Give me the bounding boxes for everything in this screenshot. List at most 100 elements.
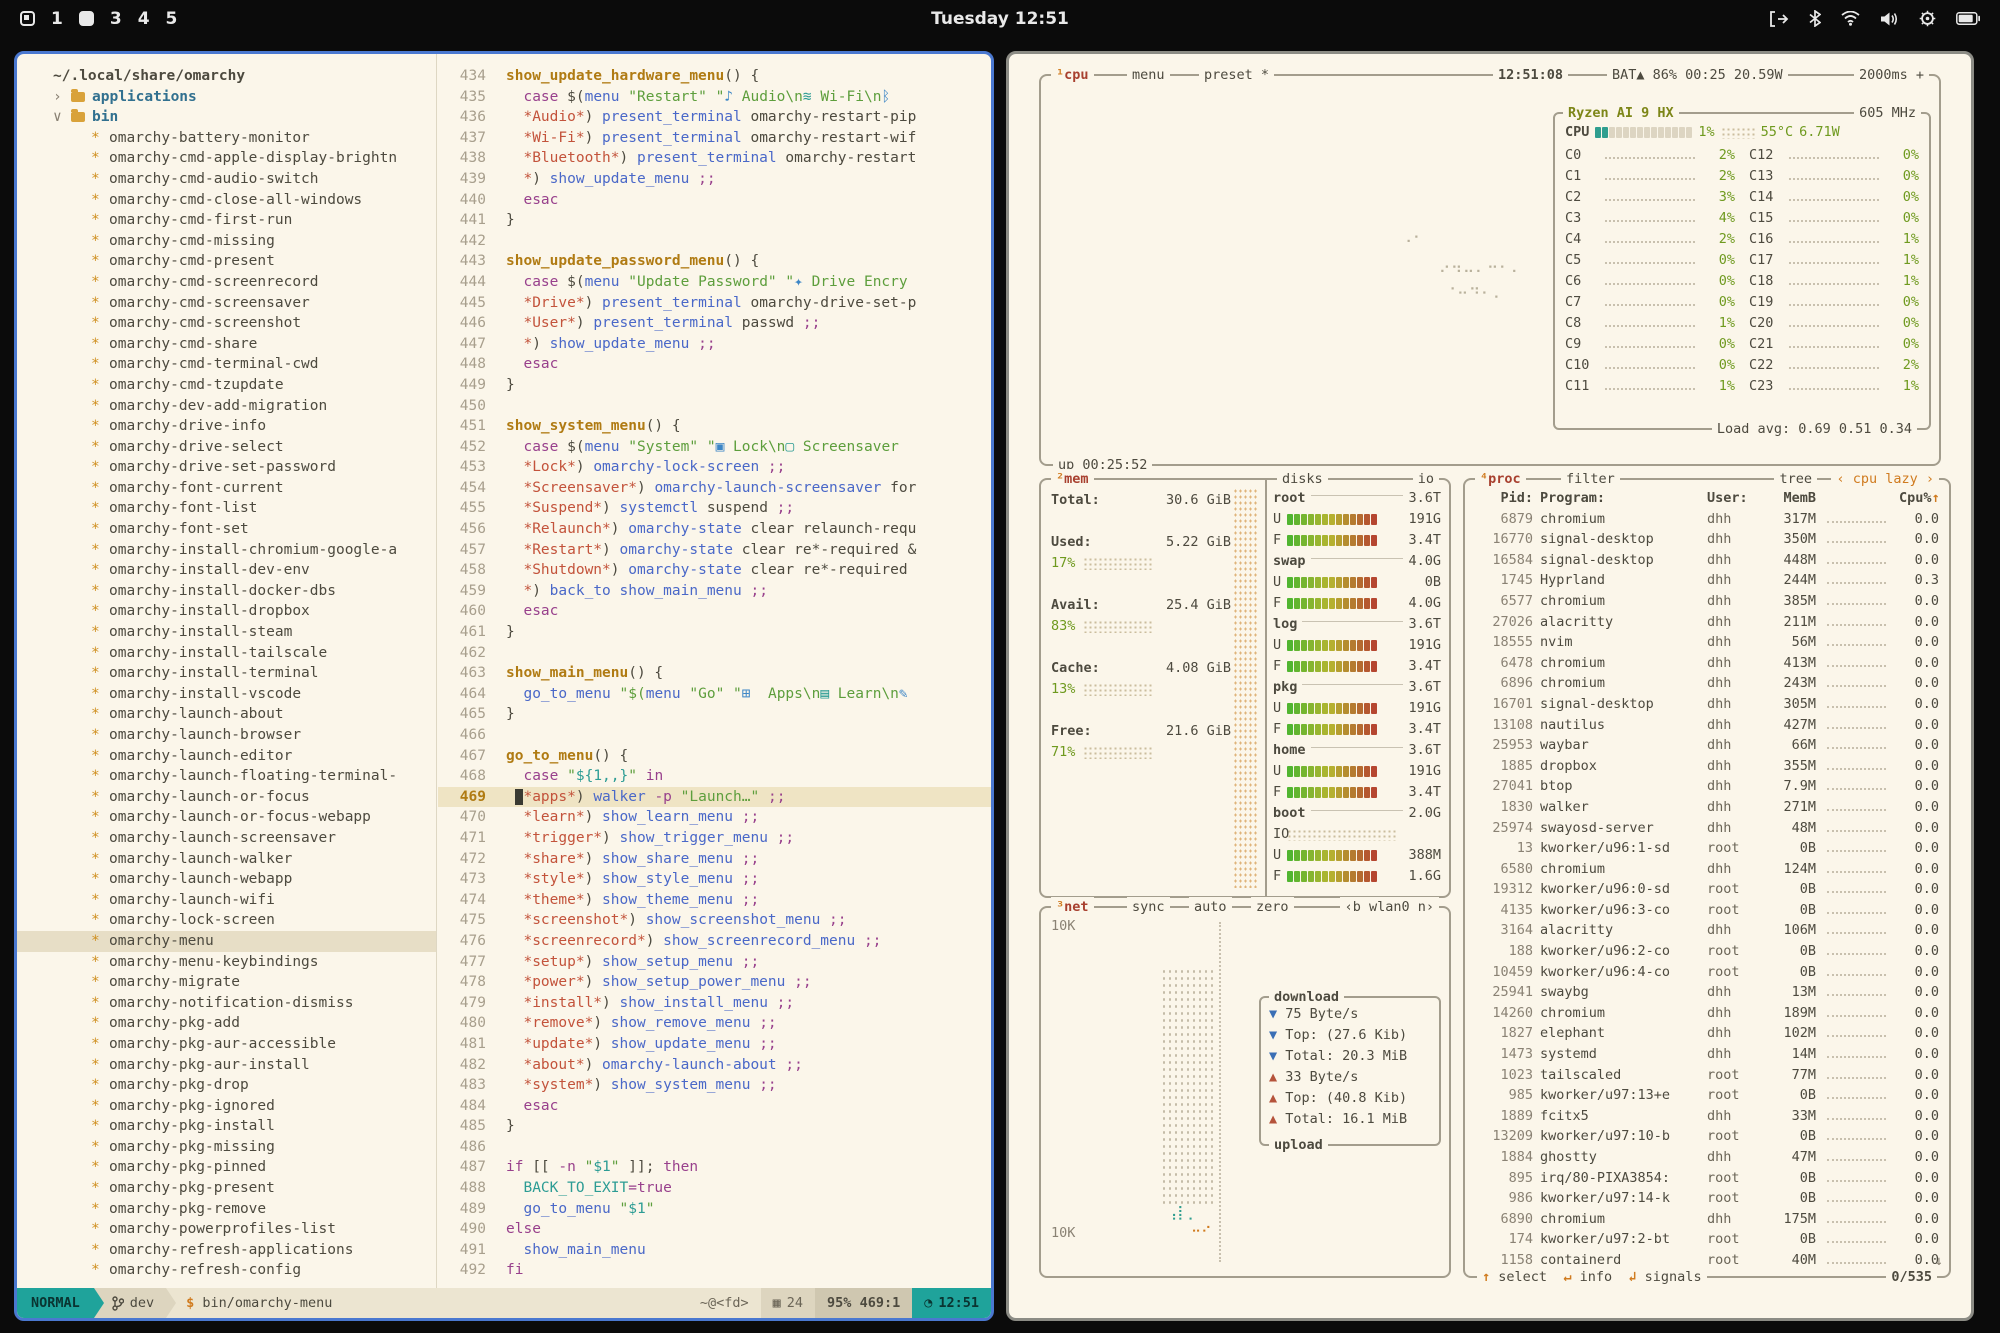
tree-file-omarchy-cmd-audio-switch[interactable]: *omarchy-cmd-audio-switch: [17, 169, 436, 190]
tree-file-omarchy-launch-wifi[interactable]: *omarchy-launch-wifi: [17, 890, 436, 911]
process-row-1745[interactable]: 1745Hyprlanddhh244M0.3: [1465, 570, 1949, 591]
tree-file-omarchy-pkg-ignored[interactable]: *omarchy-pkg-ignored: [17, 1096, 436, 1117]
code-line-451[interactable]: 451show_system_menu() {: [438, 416, 991, 437]
process-row-19312[interactable]: 19312kworker/u96:0-sdroot0B0.0: [1465, 879, 1949, 900]
tree-file-omarchy-drive-select[interactable]: *omarchy-drive-select: [17, 437, 436, 458]
workspace-4[interactable]: 4: [138, 9, 150, 29]
code-line-467[interactable]: 467go_to_menu() {: [438, 746, 991, 767]
code-line-434[interactable]: 434show_update_hardware_menu() {: [438, 66, 991, 87]
code-line-481[interactable]: 481 *update*) show_update_menu ;;: [438, 1034, 991, 1055]
code-line-459[interactable]: 459 *) back_to show_main_menu ;;: [438, 581, 991, 602]
code-line-449[interactable]: 449}: [438, 375, 991, 396]
code-line-437[interactable]: 437 *Wi-Fi*) present_terminal omarchy-re…: [438, 128, 991, 149]
tree-file-omarchy-launch-about[interactable]: *omarchy-launch-about: [17, 704, 436, 725]
process-row-986[interactable]: 986kworker/u97:14-kroot0B0.0: [1465, 1188, 1949, 1209]
tree-file-omarchy-powerprofiles-list[interactable]: *omarchy-powerprofiles-list: [17, 1219, 436, 1240]
tree-file-omarchy-install-terminal[interactable]: *omarchy-install-terminal: [17, 663, 436, 684]
tree-file-omarchy-dev-add-migration[interactable]: *omarchy-dev-add-migration: [17, 396, 436, 417]
code-line-461[interactable]: 461}: [438, 622, 991, 643]
tree-file-omarchy-font-list[interactable]: *omarchy-font-list: [17, 498, 436, 519]
process-row-16770[interactable]: 16770signal-desktopdhh350M0.0: [1465, 529, 1949, 550]
file-path[interactable]: $ bin/omarchy-menu: [176, 1288, 342, 1318]
tree-file-omarchy-launch-editor[interactable]: *omarchy-launch-editor: [17, 746, 436, 767]
tree-file-omarchy-menu-keybindings[interactable]: *omarchy-menu-keybindings: [17, 952, 436, 973]
tree-file-omarchy-pkg-drop[interactable]: *omarchy-pkg-drop: [17, 1075, 436, 1096]
process-row-6896[interactable]: 6896chromiumdhh243M0.0: [1465, 673, 1949, 694]
tree-file-omarchy-launch-webapp[interactable]: *omarchy-launch-webapp: [17, 869, 436, 890]
net-box-title[interactable]: ³net: [1051, 897, 1094, 917]
topbar-clock[interactable]: Tuesday 12:51: [931, 9, 1069, 29]
tree-file-omarchy-cmd-share[interactable]: *omarchy-cmd-share: [17, 334, 436, 355]
process-row-6577[interactable]: 6577chromiumdhh385M0.0: [1465, 591, 1949, 612]
tree-file-omarchy-launch-floating-terminal-[interactable]: *omarchy-launch-floating-terminal-: [17, 766, 436, 787]
tree-root[interactable]: ~/.local/share/omarchy: [17, 66, 436, 87]
disks-label[interactable]: disks: [1277, 469, 1328, 489]
code-line-489[interactable]: 489 go_to_menu "$1": [438, 1199, 991, 1220]
process-row-25941[interactable]: 25941swaybgdhh13M0.0: [1465, 982, 1949, 1003]
tree-file-omarchy-cmd-screensaver[interactable]: *omarchy-cmd-screensaver: [17, 293, 436, 314]
tree-file-omarchy-cmd-screenshot[interactable]: *omarchy-cmd-screenshot: [17, 313, 436, 334]
code-line-469[interactable]: 469 *apps*) walker -p "Launch…" ;;: [438, 787, 991, 808]
tree-file-omarchy-font-set[interactable]: *omarchy-font-set: [17, 519, 436, 540]
code-line-463[interactable]: 463show_main_menu() {: [438, 663, 991, 684]
tree-file-omarchy-menu[interactable]: *omarchy-menu: [17, 931, 436, 952]
process-row-1473[interactable]: 1473systemddhh14M0.0: [1465, 1044, 1949, 1065]
code-line-460[interactable]: 460 esac: [438, 601, 991, 622]
tree-file-omarchy-pkg-install[interactable]: *omarchy-pkg-install: [17, 1116, 436, 1137]
process-row-27026[interactable]: 27026alacrittydhh211M0.0: [1465, 612, 1949, 633]
tree-file-omarchy-launch-walker[interactable]: *omarchy-launch-walker: [17, 849, 436, 870]
diagnostics-badge[interactable]: ▦24: [761, 1288, 815, 1318]
code-line-446[interactable]: 446 *User*) present_terminal passwd ;;: [438, 313, 991, 334]
code-line-474[interactable]: 474 *theme*) show_theme_menu ;;: [438, 890, 991, 911]
tree-file-omarchy-lock-screen[interactable]: *omarchy-lock-screen: [17, 910, 436, 931]
settings-gear-icon[interactable]: [1919, 10, 1936, 27]
code-line-492[interactable]: 492fi: [438, 1260, 991, 1281]
process-row-1885[interactable]: 1885dropboxdhh355M0.0: [1465, 756, 1949, 777]
tree-file-omarchy-install-steam[interactable]: *omarchy-install-steam: [17, 622, 436, 643]
process-row-1827[interactable]: 1827elephantdhh102M0.0: [1465, 1023, 1949, 1044]
code-line-485[interactable]: 485}: [438, 1116, 991, 1137]
process-row-174[interactable]: 174kworker/u97:2-btroot0B0.0: [1465, 1229, 1949, 1250]
git-branch[interactable]: dev: [104, 1288, 166, 1318]
process-row-1023[interactable]: 1023tailscaledroot77M0.0: [1465, 1065, 1949, 1086]
refresh-interval[interactable]: 2000ms +: [1854, 65, 1929, 85]
battery-icon[interactable]: [1956, 12, 1980, 25]
code-line-462[interactable]: 462: [438, 643, 991, 664]
tree-file-omarchy-launch-screensaver[interactable]: *omarchy-launch-screensaver: [17, 828, 436, 849]
code-line-472[interactable]: 472 *share*) show_share_menu ;;: [438, 849, 991, 870]
tree-file-omarchy-cmd-first-run[interactable]: *omarchy-cmd-first-run: [17, 210, 436, 231]
code-line-471[interactable]: 471 *trigger*) show_trigger_menu ;;: [438, 828, 991, 849]
code-line-438[interactable]: 438 *Bluetooth*) present_terminal omarch…: [438, 148, 991, 169]
proc-tree-button[interactable]: tree: [1774, 469, 1817, 489]
tree-file-omarchy-cmd-apple-display-brightn[interactable]: *omarchy-cmd-apple-display-brightn: [17, 148, 436, 169]
process-row-13[interactable]: 13kworker/u96:1-sdroot0B0.0: [1465, 838, 1949, 859]
code-line-442[interactable]: 442: [438, 231, 991, 252]
code-line-453[interactable]: 453 *Lock*) omarchy-lock-screen ;;: [438, 457, 991, 478]
code-line-470[interactable]: 470 *learn*) show_learn_menu ;;: [438, 807, 991, 828]
code-line-435[interactable]: 435 case $(menu "Restart" "♪ Audio\n≋ Wi…: [438, 87, 991, 108]
code-line-482[interactable]: 482 *about*) omarchy-launch-about ;;: [438, 1055, 991, 1076]
process-header[interactable]: Pid: Program: User: MemB Cpu%↑: [1465, 488, 1949, 509]
process-row-1884[interactable]: 1884ghosttydhh47M0.0: [1465, 1147, 1949, 1168]
tree-file-omarchy-drive-info[interactable]: *omarchy-drive-info: [17, 416, 436, 437]
proc-box-title[interactable]: ⁴proc: [1475, 469, 1526, 489]
disks-io-label[interactable]: io: [1413, 469, 1439, 489]
tree-file-omarchy-install-tailscale[interactable]: *omarchy-install-tailscale: [17, 643, 436, 664]
preset-button[interactable]: preset *: [1199, 65, 1274, 85]
workspace-1[interactable]: 1: [51, 9, 63, 29]
code-line-447[interactable]: 447 *) show_update_menu ;;: [438, 334, 991, 355]
tree-file-omarchy-install-dropbox[interactable]: *omarchy-install-dropbox: [17, 601, 436, 622]
workspace-5[interactable]: 5: [166, 9, 178, 29]
code-line-483[interactable]: 483 *system*) show_system_menu ;;: [438, 1075, 991, 1096]
process-row-10459[interactable]: 10459kworker/u96:4-coroot0B0.0: [1465, 962, 1949, 983]
workspace-2-active[interactable]: [79, 11, 94, 26]
tree-file-omarchy-launch-or-focus[interactable]: *omarchy-launch-or-focus: [17, 787, 436, 808]
code-line-441[interactable]: 441}: [438, 210, 991, 231]
process-row-27041[interactable]: 27041btopdhh7.9M0.0: [1465, 776, 1949, 797]
code-line-458[interactable]: 458 *Shutdown*) omarchy-state clear re*-…: [438, 560, 991, 581]
code-line-455[interactable]: 455 *Suspend*) systemctl suspend ;;: [438, 498, 991, 519]
cpu-box-title[interactable]: ¹cpu: [1051, 65, 1094, 85]
process-row-6890[interactable]: 6890chromiumdhh175M0.0: [1465, 1209, 1949, 1230]
code-line-464[interactable]: 464 go_to_menu "$(menu "Go" "⊞ Apps\n▤ L…: [438, 684, 991, 705]
screencast-icon[interactable]: [1769, 11, 1789, 27]
